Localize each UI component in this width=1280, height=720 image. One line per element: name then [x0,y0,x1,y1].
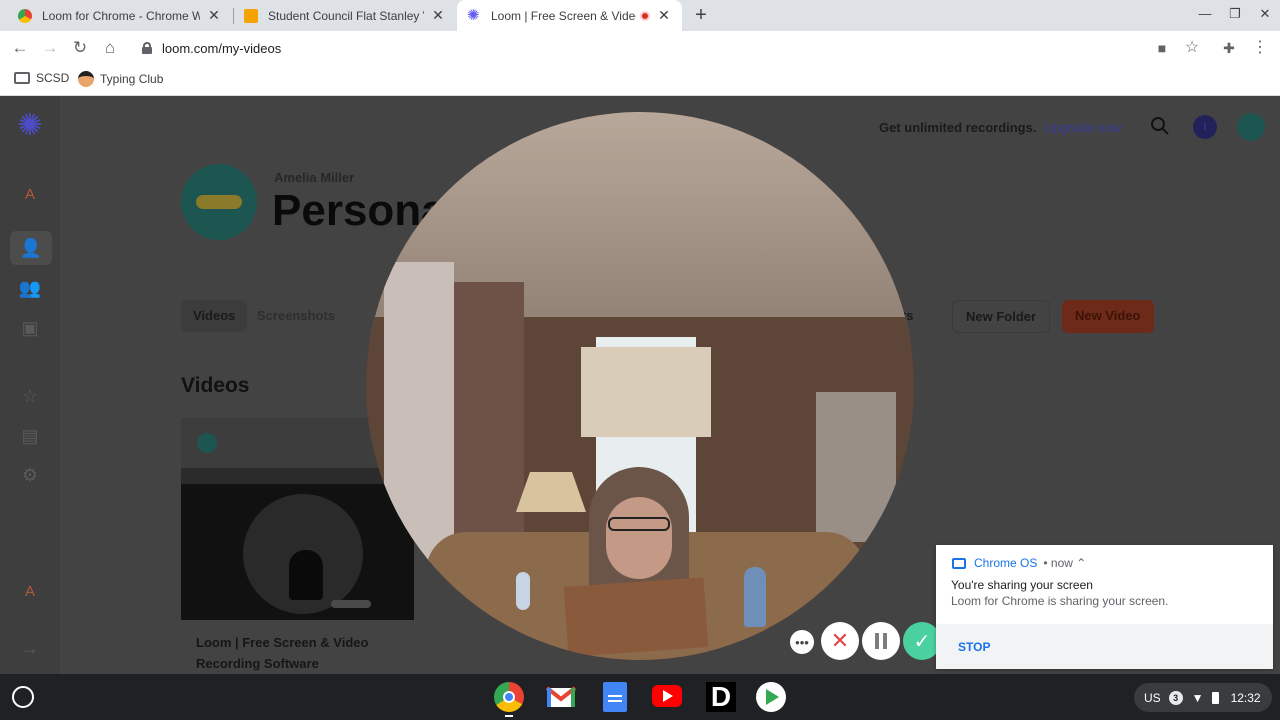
bookmark-star-icon[interactable]: ☆ [1180,36,1204,60]
tab-loom-chrome-store[interactable]: Loom for Chrome - Chrome Web Store ✕ [8,0,232,31]
workspace-logo-avatar[interactable] [1237,113,1265,141]
bookmark-scsd[interactable]: SCSD [14,71,69,85]
wifi-icon: ▼ [1191,690,1204,705]
workspace-logo [181,164,257,240]
chrome-web-store-icon [18,8,32,23]
new-folder-button[interactable]: New Folder [952,300,1051,333]
close-window-icon[interactable]: ✕ [1250,6,1280,22]
bookmark-typing-club[interactable]: Typing Club [78,71,163,87]
chrome-app-icon[interactable] [494,682,524,712]
upgrade-now-link[interactable]: Upgrade now [1044,120,1121,135]
settings-gear-icon[interactable]: ⚙ [18,463,42,487]
youtube-app-icon[interactable] [652,685,682,707]
cam-curtain-right [816,392,896,542]
workspace-avatar[interactable]: A [17,182,43,208]
personal-library-icon[interactable]: 👤 [10,231,52,265]
notification-actions: STOP [936,624,1273,669]
more-options-icon[interactable]: ••• [790,630,814,654]
restore-icon[interactable]: ❐ [1220,6,1250,22]
back-icon[interactable]: ← [8,36,32,60]
tab-videos[interactable]: Videos [181,300,248,332]
tab-screenshots[interactable]: Screenshots [245,300,347,332]
url-text: loom.com/my-videos [162,40,282,56]
recording-indicator-icon [640,10,650,21]
workspace-owner: Amelia Miller [274,170,355,185]
minimize-icon[interactable]: — [1190,6,1220,21]
expand-sidebar-icon[interactable]: → [18,636,42,660]
cam-doll [744,567,766,627]
cam-person-glasses [608,517,670,531]
clock: 12:32 [1230,690,1261,705]
loom-icon: ✺ [467,6,480,24]
stop-sharing-button[interactable]: STOP [958,640,990,654]
camera-in-use-icon[interactable]: ■ [1150,36,1174,60]
app-d-icon[interactable]: D [706,682,736,712]
team-library-icon[interactable]: 👥 [18,276,42,300]
screen-share-icon [952,557,966,569]
play-store-app-icon[interactable] [756,682,786,712]
user-avatar-bottom[interactable]: A [17,579,43,605]
launcher-icon[interactable] [12,686,34,708]
pause-recording-icon[interactable] [862,622,900,660]
screen-sharing-notification: Chrome OS • now ⌃ You're sharing your sc… [936,545,1273,669]
thumbnail-controls [331,600,371,608]
thumbnail-person [289,550,323,600]
notification-collapse-toggle[interactable]: • now ⌃ [1043,556,1086,570]
search-icon[interactable] [1150,116,1170,136]
home-icon[interactable]: ⌂ [98,36,122,60]
extensions-puzzle-icon[interactable]: ✚ [1217,36,1241,60]
webcam-bubble[interactable] [366,112,914,660]
tab-close-icon[interactable]: ✕ [656,7,672,24]
new-video-button[interactable]: New Video [1062,300,1154,333]
section-title: Videos [181,374,250,397]
archive-icon[interactable]: ▤ [18,424,42,448]
chrome-menu-icon[interactable]: ⋮ [1248,36,1272,60]
input-locale: US [1144,690,1161,705]
left-sidebar: ✺ A 👤 👥 ▣ ☆ ▤ ⚙ A → [0,96,60,674]
creator-avatar [197,433,217,453]
google-docs-app-icon[interactable] [603,682,627,712]
notification-title: You're sharing your screen [951,578,1093,592]
forward-icon[interactable]: → [38,36,62,60]
cam-curtain-left-inner [454,282,524,562]
reload-icon[interactable]: ↻ [68,36,92,60]
notification-header: Chrome OS • now ⌃ [952,556,1086,570]
cam-doll-small [516,572,530,610]
bookmarks-bar: SCSD Typing Club [0,65,1280,96]
tab-loom[interactable]: ✺ Loom | Free Screen & Video Recording ✕ [457,0,682,31]
loom-logo-icon[interactable]: ✺ [14,110,46,142]
cancel-recording-icon[interactable]: ✕ [821,622,859,660]
cam-curtain-left [384,262,454,562]
folder-icon [14,72,30,84]
lock-icon [142,42,152,54]
browser-toolbar: ← → ↻ ⌂ loom.com/my-videos ■ ☆ ✚ ⋮ [0,31,1280,65]
tab-close-icon[interactable]: ✕ [206,7,222,24]
gmail-app-icon[interactable] [545,682,577,712]
tab-close-icon[interactable]: ✕ [430,7,446,24]
spaces-icon[interactable]: ▣ [18,316,42,340]
typing-club-icon [78,71,94,87]
status-tray[interactable]: US 3 ▼ 12:32 [1134,683,1272,712]
battery-icon [1211,691,1219,704]
address-bar[interactable]: loom.com/my-videos [132,34,1212,62]
chromeos-shelf: D US 3 ▼ 12:32 [0,674,1280,720]
notification-count-badge: 3 [1168,690,1183,705]
new-tab-button[interactable]: + [690,4,712,26]
account-avatar[interactable]: I [1193,115,1217,139]
cam-person-face [606,497,672,579]
upgrade-promo: Get unlimited recordings. Upgrade now [879,120,1122,135]
cam-window-blind [581,347,711,437]
google-slides-icon [244,8,258,23]
cam-book [563,577,709,657]
tab-student-council[interactable]: Student Council Flat Stanley Video ✕ [234,0,456,31]
active-app-indicator [505,715,513,717]
watch-later-star-icon[interactable]: ☆ [18,384,42,408]
tab-strip: Loom for Chrome - Chrome Web Store ✕ Stu… [0,0,1280,31]
notification-body: Loom for Chrome is sharing your screen. [951,594,1169,608]
